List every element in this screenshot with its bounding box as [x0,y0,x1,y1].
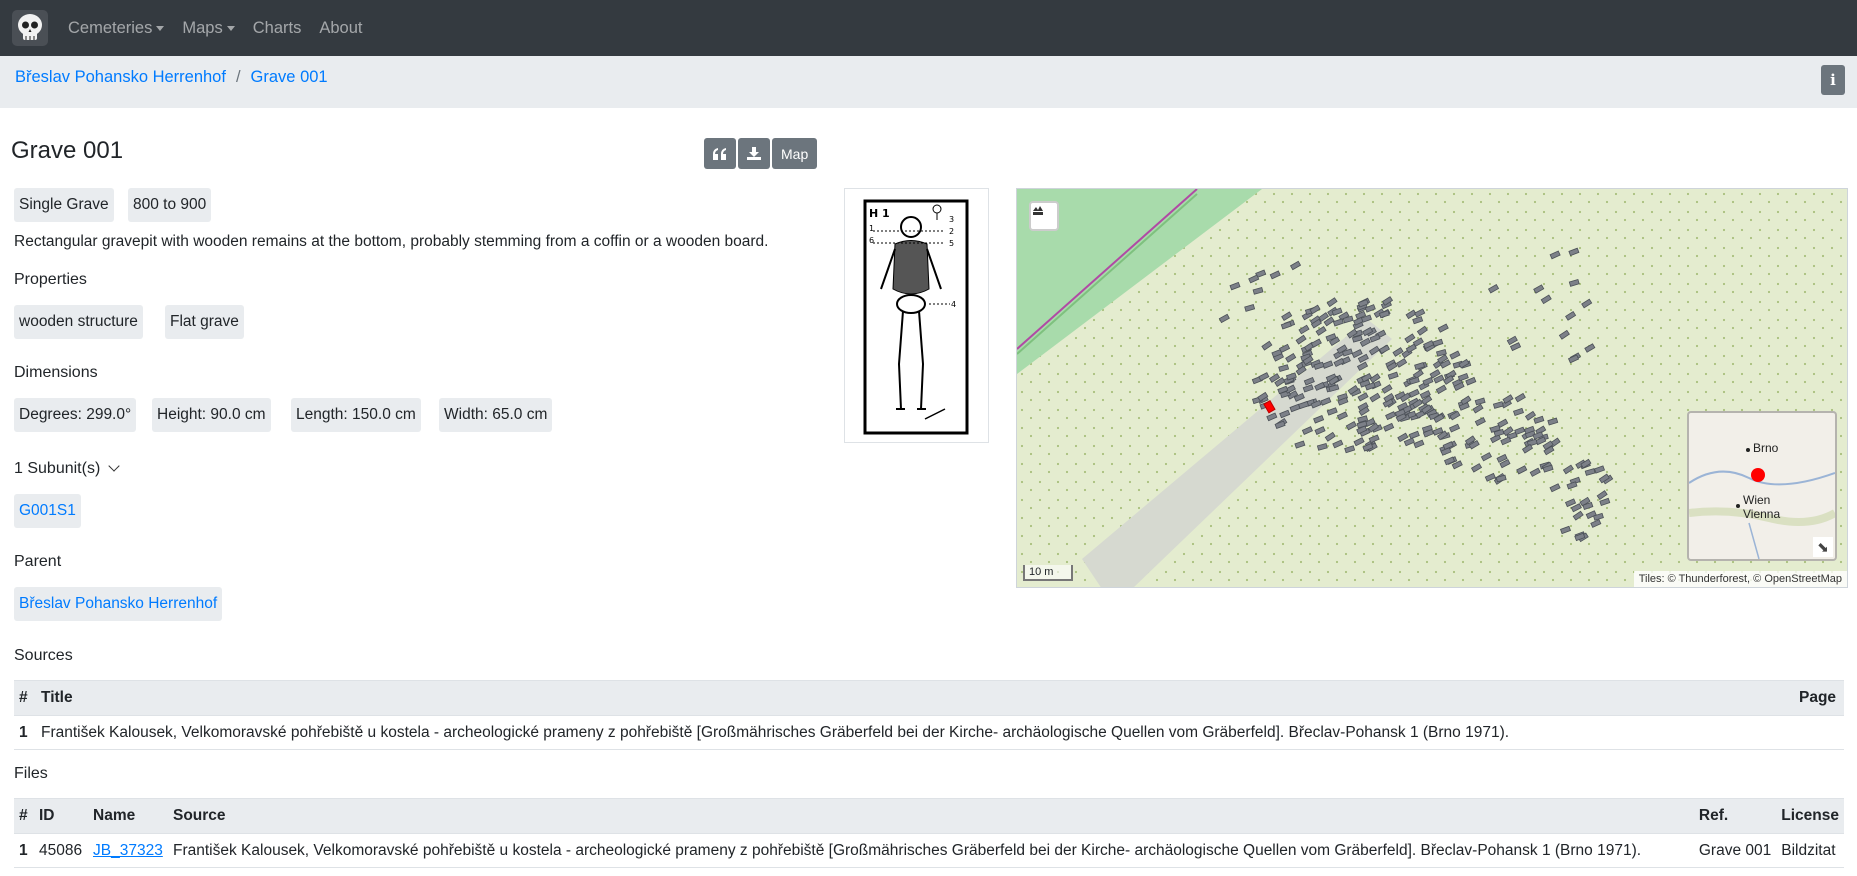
dimension-badge: Width: 65.0 cm [439,398,553,432]
page-title: Grave 001 [11,137,124,164]
subunits-label: 1 Subunit(s) [14,460,101,477]
property-badge: wooden structure [14,305,143,339]
chevron-down-icon [108,460,120,472]
layers-button[interactable] [1029,201,1059,231]
sources-col-title: Title [36,680,1794,716]
navbar: Cemeteries Maps Charts About [0,0,1857,56]
minimap-label-wien: Wien [1743,493,1771,507]
property-badge: Flat grave [165,305,244,339]
dimensions-label: Dimensions [14,364,98,381]
parent-label: Parent [14,553,62,570]
files-col-license: License [1776,798,1844,834]
date-range-badge: 800 to 900 [128,188,212,222]
info-button[interactable]: i [1821,65,1845,95]
breadcrumb-separator: / [235,68,241,86]
properties-label: Properties [14,271,87,288]
sources-label: Sources [14,647,73,664]
minimap-toggle-icon[interactable]: ⬊ [1813,537,1833,557]
quote-icon [713,147,726,160]
dimension-badge: Length: 150.0 cm [291,398,421,432]
file-ref: Grave 001 [1693,833,1777,868]
source-num: 1 [14,715,36,750]
map-attribution: Tiles: © Thunderforest, © OpenStreetMap [1633,571,1847,587]
nav-cemeteries[interactable]: Cemeteries [68,18,165,38]
breadcrumb-bar: Břeslav Pohansko Herrenhof / Grave 001 i [0,56,1857,108]
layers-icon [1033,206,1043,215]
sources-col-num: # [14,680,36,716]
breadcrumb-cemetery-link[interactable]: Břeslav Pohansko Herrenhof [15,68,226,87]
minimap-label-vienna: Vienna [1743,507,1781,521]
files-col-id: ID [34,798,88,834]
grave-description: Rectangular gravepit with wooden remains… [14,233,769,250]
minimap-location-marker [1751,468,1765,482]
minimap-wien-dot [1736,504,1740,508]
minimap-brno-dot [1746,448,1750,452]
download-button[interactable] [738,138,770,169]
file-num: 1 [14,833,34,868]
map-scale: 10 m [1023,565,1073,581]
dimension-badge: Degrees: 299.0° [14,398,137,432]
breadcrumb: Břeslav Pohansko Herrenhof / Grave 001 [15,68,328,87]
skull-logo-icon[interactable] [12,10,48,46]
caret-down-icon [156,25,165,31]
file-id: 45086 [34,833,88,868]
table-row: 1 František Kalousek, Velkomoravské pohř… [14,715,1844,750]
sources-col-page: Page [1794,680,1844,716]
source-page [1794,715,1844,750]
source-title: František Kalousek, Velkomoravské pohřeb… [36,715,1794,750]
nav-about[interactable]: About [319,19,362,38]
file-license: Bildzitat [1776,833,1844,868]
nav-maps[interactable]: Maps [182,18,235,38]
file-name-link[interactable]: JB_37323 [93,842,163,859]
files-col-num: # [14,798,34,834]
minimap-label-brno: Brno [1753,441,1779,455]
file-source: František Kalousek, Velkomoravské pohřeb… [168,833,1694,868]
dimension-badge: Height: 90.0 cm [152,398,271,432]
breadcrumb-grave-link[interactable]: Grave 001 [251,68,328,87]
svg-text:3: 3 [949,215,954,224]
nav-cemeteries-label: Cemeteries [68,18,153,37]
files-col-ref: Ref. [1693,798,1777,834]
files-col-source: Source [168,798,1694,834]
table-row: 1 45086 JB_37323 František Kalousek, Vel… [14,833,1844,868]
map-button[interactable]: Map [772,138,818,169]
action-buttons: Map [704,138,818,169]
sources-table: # Title Page 1 František Kalousek, Velko… [14,680,1844,750]
nav-charts[interactable]: Charts [253,19,302,38]
subunits-toggle[interactable]: 1 Subunit(s) [14,460,120,478]
minimap[interactable]: Brno Wien Vienna ⬊ [1687,411,1837,561]
grave-type-badge: Single Grave [14,188,114,222]
caret-down-icon [226,25,235,31]
nav-charts-label: Charts [252,18,302,37]
svg-text:4: 4 [951,300,956,309]
nav-maps-label: Maps [182,18,223,37]
info-icon: i [1830,71,1836,89]
files-table: # ID Name Source Ref. License 1 45086 JB… [14,798,1844,868]
files-col-name: Name [88,798,168,834]
grave-drawing-image[interactable]: H 1 3 2 5 4 1 6 [844,188,989,443]
svg-text:5: 5 [949,239,954,248]
sketch-id-label: H 1 [869,207,890,220]
map[interactable]: Brno Wien Vienna ⬊ 10 m Tiles: © Thunder… [1016,188,1848,588]
svg-text:1: 1 [869,224,874,233]
svg-text:2: 2 [949,227,954,236]
download-icon [747,147,761,160]
nav-about-label: About [319,18,363,37]
svg-text:6: 6 [869,236,874,245]
files-label: Files [14,765,48,782]
cite-button[interactable] [704,138,736,169]
grave-sketch: H 1 3 2 5 4 1 6 [863,199,969,435]
parent-link[interactable]: Břeslav Pohansko Herrenhof [14,587,223,621]
subunit-link[interactable]: G001S1 [14,494,81,528]
